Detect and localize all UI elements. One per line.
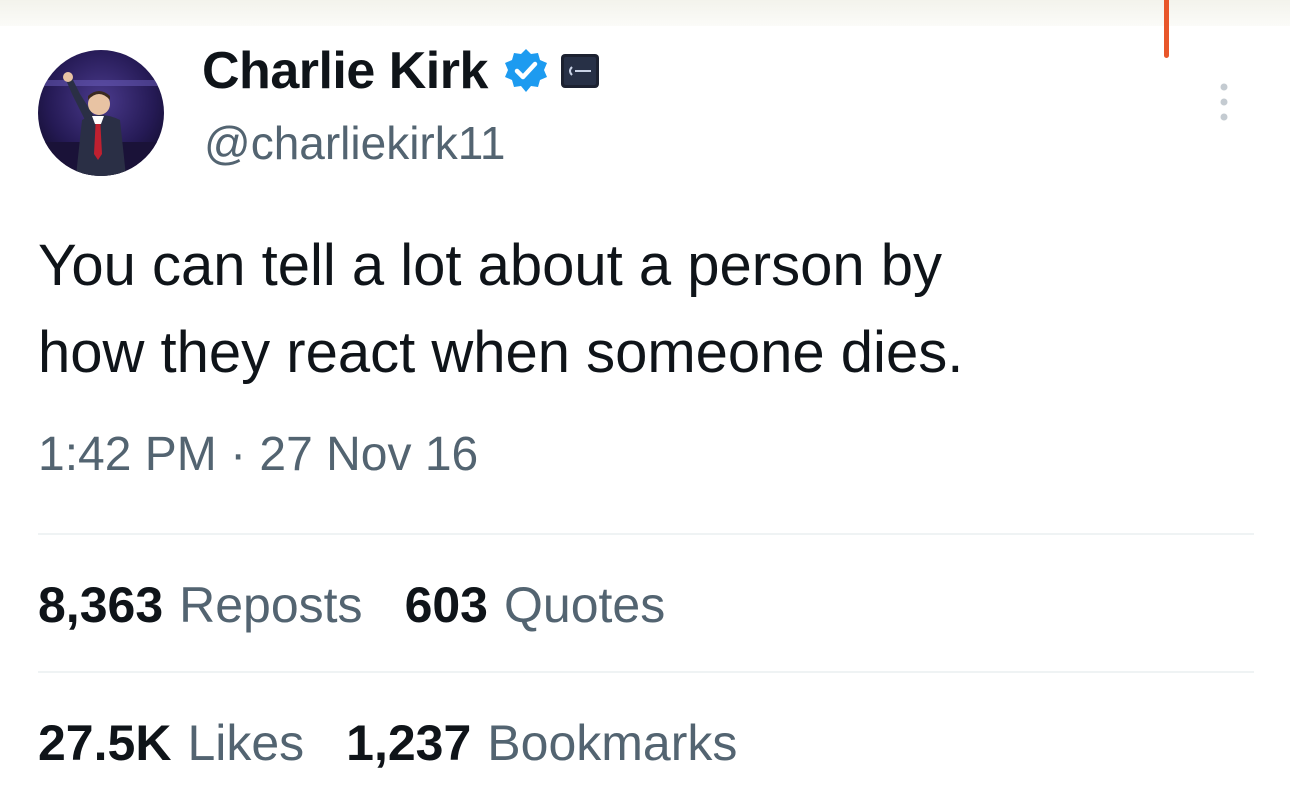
reposts-count: 8,363 (38, 577, 164, 633)
more-options-icon[interactable] (1214, 80, 1234, 124)
user-handle[interactable]: @charliekirk11 (204, 116, 506, 170)
verified-badge-icon[interactable] (502, 47, 550, 95)
tweet-text: You can tell a lot about a person by how… (38, 222, 1258, 396)
author-row: Charlie Kirk (202, 38, 600, 104)
engagement-row-1: 8,363 Reposts 603 Quotes (38, 576, 707, 634)
reposts-stat[interactable]: 8,363 Reposts (38, 576, 363, 634)
scroll-indicator (1164, 0, 1169, 58)
quotes-stat[interactable]: 603 Quotes (405, 576, 666, 634)
divider (38, 533, 1254, 535)
bookmarks-stat[interactable]: 1,237 Bookmarks (346, 714, 737, 772)
avatar-image (38, 50, 164, 176)
display-name[interactable]: Charlie Kirk (202, 41, 488, 101)
avatar[interactable] (38, 50, 164, 176)
likes-label: Likes (187, 715, 305, 771)
divider (38, 671, 1254, 673)
tweet-text-line-1: You can tell a lot about a person by (38, 233, 942, 298)
likes-stat[interactable]: 27.5K Likes (38, 714, 304, 772)
bookmarks-count: 1,237 (346, 715, 472, 771)
bookmarks-label: Bookmarks (487, 715, 738, 771)
tweet-timestamp[interactable]: 1:42 PM · 27 Nov 16 (38, 427, 478, 482)
engagement-row-2: 27.5K Likes 1,237 Bookmarks (38, 714, 779, 772)
likes-count: 27.5K (38, 715, 172, 771)
reposts-label: Reposts (179, 577, 363, 633)
tweet-text-line-2: how they react when someone dies. (38, 320, 964, 385)
top-strip (0, 0, 1290, 26)
quotes-label: Quotes (504, 577, 666, 633)
organization-badge-icon[interactable] (560, 53, 600, 89)
quotes-count: 603 (404, 577, 488, 633)
